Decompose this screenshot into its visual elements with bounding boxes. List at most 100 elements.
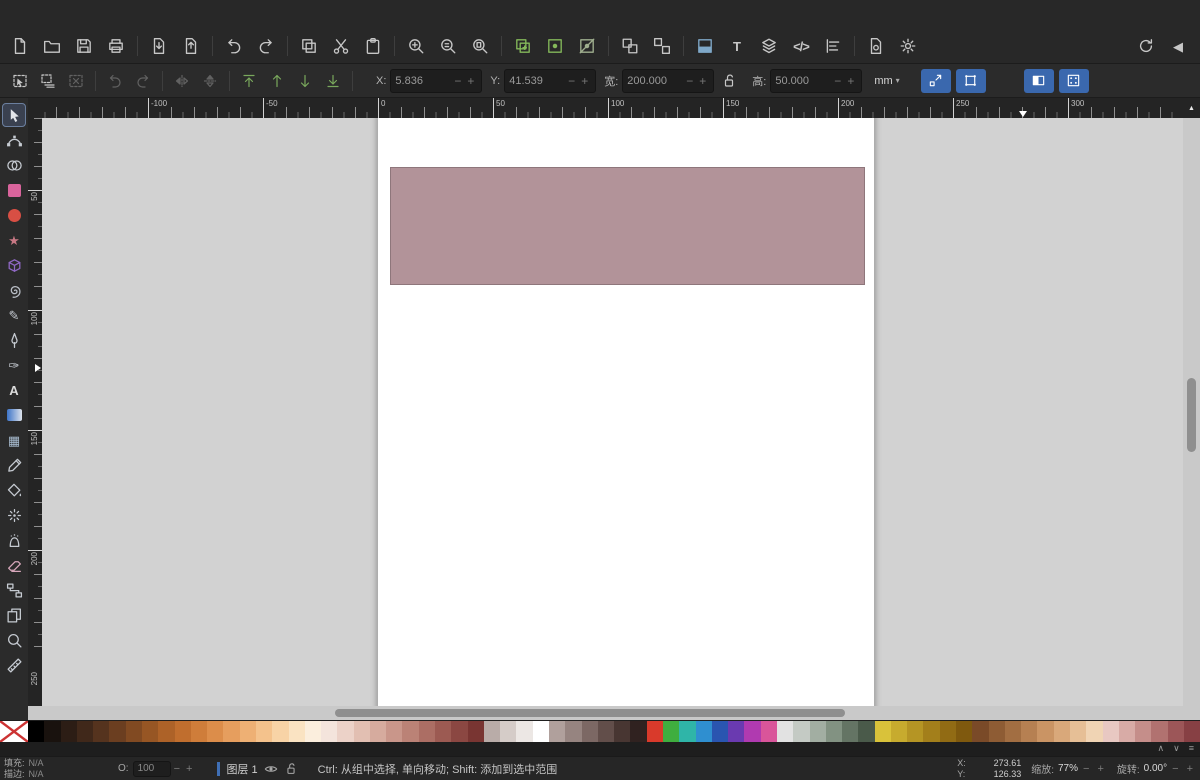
lower-to-bottom-button[interactable]	[320, 68, 346, 94]
lower-button[interactable]	[292, 68, 318, 94]
y-increase-button[interactable]: +	[578, 74, 591, 88]
reset-rotation-button[interactable]	[1131, 31, 1161, 61]
vertical-ruler[interactable]: 50 100 150 200 250	[28, 118, 42, 706]
palette-swatch[interactable]	[93, 721, 110, 742]
flip-horizontal-button[interactable]	[169, 68, 195, 94]
pen-tool[interactable]	[2, 328, 26, 352]
palette-swatch[interactable]	[923, 721, 940, 742]
palette-swatch[interactable]	[76, 721, 94, 742]
ellipse-tool[interactable]	[2, 203, 26, 227]
pages-tool[interactable]	[2, 603, 26, 627]
palette-swatch[interactable]	[207, 721, 224, 742]
palette-swatch[interactable]	[825, 721, 843, 742]
palette-swatch[interactable]	[60, 721, 77, 742]
zoom-to-selection-button[interactable]	[401, 31, 431, 61]
palette-swatch[interactable]	[972, 721, 989, 742]
palette-swatch[interactable]	[223, 721, 240, 742]
measure-tool[interactable]	[2, 653, 26, 677]
palette-swatch[interactable]	[125, 721, 142, 742]
palette-swatch[interactable]	[239, 721, 256, 742]
redo-button[interactable]	[251, 31, 281, 61]
palette-swatch[interactable]	[467, 721, 484, 742]
palette-swatch[interactable]	[1167, 721, 1184, 742]
palette-swatch[interactable]	[435, 721, 452, 742]
raise-to-top-button[interactable]	[236, 68, 262, 94]
palette-swatch[interactable]	[1053, 721, 1070, 742]
height-decrease-button[interactable]: −	[831, 74, 844, 88]
palette-swatch[interactable]	[1037, 721, 1054, 742]
zoom-to-drawing-button[interactable]	[433, 31, 463, 61]
group-button[interactable]	[615, 31, 645, 61]
export-button[interactable]	[176, 31, 206, 61]
text-dialog-button[interactable]: T	[722, 31, 752, 61]
horizontal-scrollbar[interactable]	[28, 706, 1183, 720]
cut-button[interactable]	[326, 31, 356, 61]
palette-swatch[interactable]	[711, 721, 729, 742]
palette-swatch[interactable]	[288, 721, 305, 742]
palette-swatch[interactable]	[1070, 721, 1087, 742]
dropper-tool[interactable]	[2, 453, 26, 477]
palette-swatch[interactable]	[369, 721, 387, 742]
palette-swatch[interactable]	[695, 721, 712, 742]
horizontal-scrollbar-thumb[interactable]	[335, 709, 845, 717]
palette-swatch[interactable]	[988, 721, 1005, 742]
box3d-tool[interactable]	[2, 253, 26, 277]
layer-visibility-toggle[interactable]	[264, 762, 278, 776]
palette-swatch[interactable]	[549, 721, 566, 742]
shape-builder-tool[interactable]	[2, 153, 26, 177]
deselect-button[interactable]	[63, 68, 89, 94]
gradient-tool[interactable]	[2, 403, 26, 427]
palette-swatch[interactable]	[174, 721, 191, 742]
calligraphy-tool[interactable]: ✑	[2, 353, 26, 377]
paste-button[interactable]	[358, 31, 388, 61]
x-input[interactable]: 5.836 − +	[390, 68, 483, 93]
palette-swatch[interactable]	[630, 721, 647, 742]
palette-swatch[interactable]	[44, 721, 61, 742]
ungroup-button[interactable]	[647, 31, 677, 61]
height-input[interactable]: 50.000 − +	[770, 68, 863, 93]
palette-swatch[interactable]	[28, 721, 45, 742]
transform-corners-button[interactable]	[955, 68, 986, 93]
unlink-clone-button[interactable]	[572, 31, 602, 61]
palette-swatch[interactable]	[451, 721, 468, 742]
layers-dialog-button[interactable]	[754, 31, 784, 61]
palette-swatch[interactable]	[141, 721, 159, 742]
document-properties-button[interactable]	[861, 31, 891, 61]
zoom-tool[interactable]	[2, 628, 26, 652]
zoom-input[interactable]: 77%	[1058, 763, 1078, 774]
palette-swatch[interactable]	[728, 721, 745, 742]
import-button[interactable]	[144, 31, 174, 61]
x-increase-button[interactable]: +	[464, 74, 477, 88]
palette-swatch[interactable]	[874, 721, 891, 742]
transform-gradient-button[interactable]	[1023, 68, 1054, 93]
palette-swatch[interactable]	[1021, 721, 1038, 742]
star-tool[interactable]: ★	[2, 228, 26, 252]
palette-swatch[interactable]	[565, 721, 582, 742]
copy-button[interactable]	[294, 31, 324, 61]
palette-swatch[interactable]	[662, 721, 680, 742]
save-document-button[interactable]	[69, 31, 99, 61]
selector-tool[interactable]	[2, 103, 26, 127]
palette-swatch[interactable]	[337, 721, 354, 742]
palette-swatch[interactable]	[353, 721, 370, 742]
palette-swatch[interactable]	[809, 721, 826, 742]
palette-swatch[interactable]	[793, 721, 810, 742]
width-increase-button[interactable]: +	[696, 74, 709, 88]
no-color-swatch[interactable]	[0, 721, 28, 742]
raise-button[interactable]	[264, 68, 290, 94]
preferences-button[interactable]	[893, 31, 923, 61]
palette-swatch[interactable]	[532, 721, 549, 742]
flip-vertical-button[interactable]	[197, 68, 223, 94]
palette-swatch[interactable]	[939, 721, 957, 742]
palette-swatch[interactable]	[1151, 721, 1168, 742]
vertical-scrollbar[interactable]	[1183, 118, 1200, 706]
palette-swatch[interactable]	[483, 721, 501, 742]
palette-swatch[interactable]	[581, 721, 598, 742]
palette-swatch[interactable]	[500, 721, 517, 742]
rotate-90-ccw-button[interactable]	[102, 68, 128, 94]
node-tool[interactable]	[2, 128, 26, 152]
paint-bucket-tool[interactable]	[2, 478, 26, 502]
palette-swatch[interactable]	[956, 721, 973, 742]
spiral-tool[interactable]	[2, 278, 26, 302]
palette-swatch[interactable]	[1102, 721, 1119, 742]
